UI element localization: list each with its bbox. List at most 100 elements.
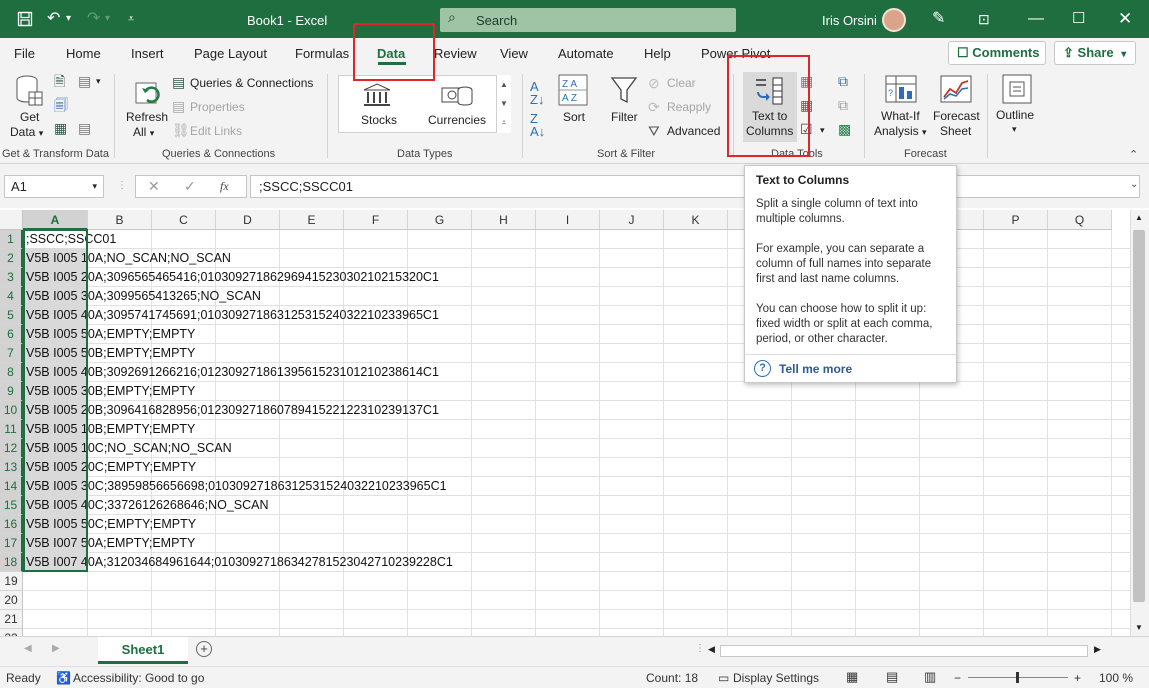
column-header[interactable]: F: [344, 210, 408, 230]
tab-review[interactable]: Review: [434, 46, 477, 61]
tab-file[interactable]: File: [14, 46, 35, 61]
tab-insert[interactable]: Insert: [131, 46, 164, 61]
stocks-button[interactable]: Stocks: [361, 113, 397, 127]
row-header[interactable]: 7: [0, 344, 23, 363]
column-header[interactable]: B: [88, 210, 152, 230]
get-data-label-1[interactable]: Get: [20, 110, 39, 124]
page-layout-view-icon[interactable]: ▤: [886, 669, 898, 685]
row-header[interactable]: 19: [0, 572, 23, 591]
tab-page-layout[interactable]: Page Layout: [194, 46, 267, 61]
row-header[interactable]: 8: [0, 363, 23, 382]
refresh-all-button[interactable]: All ▾: [133, 125, 154, 139]
row-header[interactable]: 15: [0, 496, 23, 515]
column-header[interactable]: A: [23, 210, 88, 230]
from-text-icon[interactable]: 🗎: [54, 74, 65, 88]
zoom-out-icon[interactable]: −: [954, 671, 961, 685]
search-box[interactable]: ⌕ Search: [440, 8, 736, 32]
recent-sources-icon[interactable]: ▤: [78, 74, 91, 88]
row-header[interactable]: 10: [0, 401, 23, 420]
tab-help[interactable]: Help: [644, 46, 671, 61]
zoom-level[interactable]: 100 %: [1099, 671, 1133, 685]
scroll-down-icon[interactable]: ▼: [1135, 623, 1143, 632]
row-header[interactable]: 13: [0, 458, 23, 477]
cell-a14[interactable]: V5B I005 30C;38959856656698;010309271863…: [26, 477, 447, 496]
row-header[interactable]: 11: [0, 420, 23, 439]
row-header[interactable]: 1: [0, 230, 23, 249]
properties-button[interactable]: Properties: [190, 100, 245, 114]
tab-formulas[interactable]: Formulas: [295, 46, 349, 61]
row-header[interactable]: 12: [0, 439, 23, 458]
column-header[interactable]: G: [408, 210, 472, 230]
sheet-tab-sheet1[interactable]: Sheet1: [98, 637, 188, 664]
zoom-slider-thumb[interactable]: [1016, 672, 1019, 683]
cancel-icon[interactable]: ✕: [148, 178, 160, 195]
consolidate-icon[interactable]: ⧉: [838, 74, 848, 88]
normal-view-icon[interactable]: ▦: [846, 669, 858, 685]
row-header[interactable]: 14: [0, 477, 23, 496]
existing-connections-icon[interactable]: ▤: [78, 121, 91, 135]
filter-button[interactable]: Filter: [611, 110, 638, 124]
forecast-label-2[interactable]: Sheet: [940, 124, 971, 138]
display-settings-button[interactable]: Display Settings: [733, 671, 819, 685]
row-header[interactable]: 6: [0, 325, 23, 344]
row-header[interactable]: 16: [0, 515, 23, 534]
close-icon[interactable]: ✕: [1118, 0, 1132, 38]
row-header[interactable]: 5: [0, 306, 23, 325]
row-header[interactable]: 22: [0, 629, 23, 636]
row-header[interactable]: 17: [0, 534, 23, 553]
row-header[interactable]: 3: [0, 268, 23, 287]
column-header[interactable]: Q: [1048, 210, 1112, 230]
share-button[interactable]: ⇪ Share ▾: [1054, 41, 1136, 65]
reapply-button[interactable]: Reapply: [667, 100, 711, 114]
column-header[interactable]: P: [984, 210, 1048, 230]
tab-home[interactable]: Home: [66, 46, 101, 61]
row-header[interactable]: 9: [0, 382, 23, 401]
outline-button[interactable]: Outline: [996, 108, 1034, 122]
clear-button[interactable]: Clear: [667, 76, 696, 90]
next-sheet-icon[interactable]: ▶: [52, 643, 60, 654]
customize-toolbar-icon[interactable]: ⩡: [128, 0, 134, 38]
redo-dropdown-icon[interactable]: ▾: [105, 0, 110, 38]
minimize-icon[interactable]: —: [1028, 0, 1044, 38]
data-model-icon[interactable]: ▩: [838, 122, 851, 136]
zoom-in-icon[interactable]: +: [1074, 671, 1081, 685]
row-header[interactable]: 21: [0, 610, 23, 629]
page-break-view-icon[interactable]: ▥: [924, 669, 936, 685]
currencies-button[interactable]: Currencies: [428, 113, 486, 127]
from-web-icon[interactable]: 🗐: [54, 98, 68, 112]
undo-dropdown-icon[interactable]: ▾: [66, 0, 71, 38]
maximize-icon[interactable]: ☐: [1072, 0, 1085, 38]
column-header[interactable]: J: [600, 210, 664, 230]
row-header[interactable]: 4: [0, 287, 23, 306]
data-types-scroll[interactable]: ▲ ▼ ⩡: [496, 75, 511, 133]
from-table-icon[interactable]: ▦: [54, 121, 67, 135]
pen-icon[interactable]: ✎: [932, 0, 945, 38]
row-header[interactable]: 18: [0, 553, 23, 572]
collapse-ribbon-icon[interactable]: ⌃: [1129, 148, 1138, 161]
select-all-corner[interactable]: [0, 210, 23, 230]
what-if-analysis-button[interactable]: Analysis ▾: [874, 124, 927, 138]
horizontal-scrollbar[interactable]: [720, 645, 1088, 657]
undo-icon[interactable]: ↶: [47, 0, 60, 38]
name-box[interactable]: A1 ▾: [4, 175, 104, 198]
prev-sheet-icon[interactable]: ◀: [24, 643, 32, 654]
scroll-right-icon[interactable]: ▶: [1094, 644, 1101, 655]
get-data-button[interactable]: Data ▾: [10, 125, 43, 139]
cell-a18[interactable]: V5B I007 40A;312034684961644;01030927186…: [26, 553, 453, 572]
user-name[interactable]: Iris Orsini: [822, 13, 877, 28]
row-header[interactable]: 2: [0, 249, 23, 268]
column-header[interactable]: C: [152, 210, 216, 230]
tab-view[interactable]: View: [500, 46, 528, 61]
edit-links-button[interactable]: Edit Links: [190, 124, 242, 138]
column-header[interactable]: E: [280, 210, 344, 230]
formula-input[interactable]: ;SSCC;SSCC01: [250, 175, 1140, 198]
scroll-left-icon[interactable]: ◀: [708, 644, 715, 655]
save-icon[interactable]: [17, 0, 33, 42]
accessibility-status[interactable]: Accessibility: Good to go: [73, 671, 204, 685]
insert-function-icon[interactable]: fx: [220, 179, 229, 194]
column-header[interactable]: H: [472, 210, 536, 230]
advanced-button[interactable]: Advanced: [667, 124, 720, 138]
column-header[interactable]: I: [536, 210, 600, 230]
avatar[interactable]: [882, 8, 906, 32]
forecast-label-1[interactable]: Forecast: [933, 109, 980, 123]
